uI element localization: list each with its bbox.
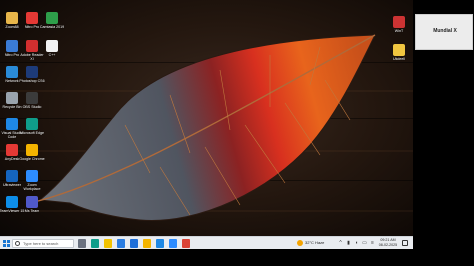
taskbar-chrome-icon[interactable] (143, 239, 151, 248)
edge-icon (26, 118, 38, 130)
search-placeholder: Type here to search (23, 241, 59, 246)
network-icon[interactable]: ▮ (346, 240, 351, 246)
folder-icon (6, 12, 18, 24)
vscode-icon (6, 118, 18, 130)
desktop-icon-file[interactable]: C++ (41, 38, 63, 66)
weather-widget[interactable]: 32°C Haze (305, 240, 324, 246)
taskbar-task-view-icon[interactable] (78, 239, 86, 248)
obs-icon (26, 92, 38, 104)
desktop-icon-label: Camtasia 2019 (39, 25, 65, 29)
desktop-icon-label: Google Chrome (19, 157, 45, 161)
desktop-icon-anydesk[interactable]: AnyDesk (1, 142, 23, 170)
desktop-icon-nitro[interactable]: Nitro Pro (21, 10, 43, 38)
desktop-icon-label: Zoom Workplace (23, 183, 41, 191)
desktop-icon-label: C++ (48, 53, 56, 57)
search-icon (15, 241, 20, 246)
language-icon[interactable]: ≡ (370, 240, 375, 246)
taskbar-file-explorer-icon[interactable] (104, 239, 112, 248)
clock-date: 08-02-2025 (378, 243, 398, 247)
ultraviewer-icon (6, 170, 18, 182)
start-button[interactable] (3, 240, 10, 247)
teamviewer-icon (6, 196, 18, 208)
taskbar-mail-icon[interactable] (130, 239, 138, 248)
network-icon (6, 66, 18, 78)
desktop-icon-label: WinT (394, 29, 404, 33)
desktop-icon-nitro[interactable]: Nitro Pro (1, 38, 23, 66)
nitro-icon (26, 12, 38, 24)
desktop-icon-app[interactable]: WinT (388, 14, 410, 42)
battery-icon[interactable]: ▭ (362, 240, 367, 246)
photoshop-icon (26, 66, 38, 78)
desktop-icon-camtasia[interactable]: Camtasia 2019 (39, 10, 65, 38)
nitro-icon (6, 40, 18, 52)
desktop-icon-recycle-bin[interactable]: Recycle Bin (1, 90, 23, 118)
taskbar-store-icon[interactable] (117, 239, 125, 248)
pdf-icon (26, 40, 38, 52)
desktop-icon-vscode[interactable]: Visual Studio Code (1, 116, 23, 144)
taskbar: Type here to search 32°C Haze ^ ▮ ◖ ▭ ≡ … (0, 236, 413, 249)
desktop-icon-ultraviewer[interactable]: Ultraviewer (1, 168, 23, 196)
taskbar-chrome-icon[interactable] (182, 239, 190, 248)
desktop-icon-label: Ukdeell (393, 57, 405, 61)
desktop-icon-label: Photoshop CS6 (19, 79, 45, 83)
file-icon (46, 40, 58, 52)
desktop-icon-zoom[interactable]: Zoom Workplace (21, 168, 43, 196)
desktop-icon-edge[interactable]: Microsoft Edge (20, 116, 44, 144)
desktop-icon-teamviewer[interactable]: TeamViewer 15 (0, 194, 24, 222)
teams-icon (26, 196, 38, 208)
taskbar-clock[interactable]: 09:21 AM 08-02-2025 (378, 238, 398, 248)
taskbar-vscode-icon[interactable] (156, 239, 164, 248)
anydesk-icon (6, 144, 18, 156)
app-icon (393, 16, 405, 28)
desktop-icon-label: Ms Team (24, 209, 40, 213)
desktop-icon-label: Microsoft Edge (20, 131, 44, 135)
chevron-up-icon[interactable]: ^ (338, 240, 343, 246)
desktop-icon-network[interactable]: Network (1, 64, 23, 92)
desktop-icon-file[interactable]: Ukdeell (388, 42, 410, 70)
zoom-icon (26, 170, 38, 182)
bottom-letterbox (0, 249, 474, 266)
taskbar-zoom-icon[interactable] (169, 239, 177, 248)
chrome-icon (26, 144, 38, 156)
notification-icon[interactable] (402, 240, 408, 246)
autumn-leaf-wallpaper-image (30, 34, 376, 221)
desktop-icon-teams[interactable]: Ms Team (21, 194, 43, 222)
window-preview-card[interactable]: Mundial X (415, 14, 473, 50)
taskbar-search-box[interactable]: Type here to search (12, 239, 74, 248)
desktop-icon-pdf[interactable]: Adobe Reader XI (20, 38, 44, 66)
taskbar-edge-icon[interactable] (91, 239, 99, 248)
desktop-icon-photoshop[interactable]: Photoshop CS6 (19, 64, 45, 92)
file-icon (393, 44, 405, 56)
recycle-bin-icon (6, 92, 18, 104)
desktop-icon-obs[interactable]: OBS Studio (21, 90, 43, 118)
sun-icon[interactable] (297, 240, 303, 246)
window-preview-title: Mundial X (433, 28, 457, 34)
volume-icon[interactable]: ◖ (354, 240, 359, 246)
desktop-icon-folder[interactable]: Zoom88 (1, 10, 23, 38)
desktop-icon-chrome[interactable]: Google Chrome (19, 142, 45, 170)
desktop-wallpaper: Zoom88 Nitro Pro Camtasia 2019 Nitro Pro Ado… (0, 0, 413, 248)
camtasia-icon (46, 12, 58, 24)
desktop-icon-label: OBS Studio (22, 105, 42, 109)
